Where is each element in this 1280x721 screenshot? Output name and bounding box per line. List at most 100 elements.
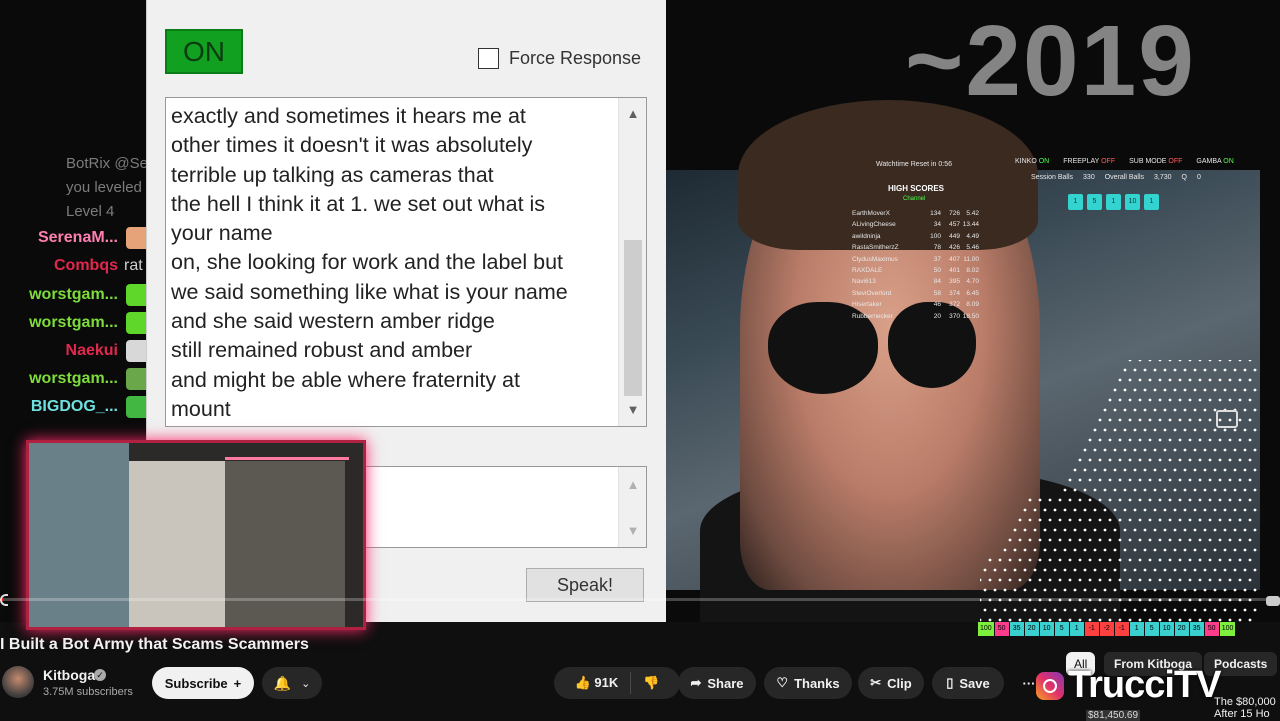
scroll-thumb[interactable]: [624, 240, 642, 396]
share-button[interactable]: ➦ Share: [678, 667, 756, 699]
pattern-dot: [1203, 468, 1207, 472]
pattern-dot: [1218, 458, 1222, 462]
pattern-dot: [1208, 518, 1212, 522]
pattern-dot: [1023, 548, 1027, 552]
pattern-dot: [1188, 558, 1192, 562]
pattern-dot: [1243, 388, 1247, 392]
pattern-dot: [1118, 578, 1122, 582]
volume-slider-knob[interactable]: [1266, 596, 1280, 606]
pattern-dot: [1178, 618, 1182, 622]
pattern-dot: [1193, 608, 1197, 612]
pattern-dot: [1163, 468, 1167, 472]
pattern-dot: [1248, 438, 1252, 442]
mode-label: KINKO: [1015, 158, 1039, 165]
input-scrollbar[interactable]: ▲ ▼: [618, 467, 646, 547]
pattern-dot: [1183, 388, 1187, 392]
subscribe-button[interactable]: Subscribe +: [152, 667, 254, 699]
clip-button[interactable]: ✂ Clip: [858, 667, 924, 699]
pattern-dot: [1168, 478, 1172, 482]
pattern-dot: [1073, 528, 1077, 532]
channel-name[interactable]: Kitboga: [43, 667, 95, 683]
pattern-dot: [1128, 578, 1132, 582]
pattern-dot: [1078, 578, 1082, 582]
pattern-dot: [1093, 568, 1097, 572]
pattern-dot: [1158, 558, 1162, 562]
pattern-dot: [1138, 618, 1142, 622]
pattern-dot: [1133, 548, 1137, 552]
pattern-dot: [1038, 498, 1042, 502]
pattern-dot: [1178, 398, 1182, 402]
pattern-dot: [1113, 528, 1117, 532]
pattern-dot: [1143, 568, 1147, 572]
pattern-dot: [1128, 618, 1132, 622]
pattern-dot: [1038, 558, 1042, 562]
pattern-dot: [1218, 518, 1222, 522]
scroll-down-icon[interactable]: ▼: [619, 400, 646, 420]
thanks-label: Thanks: [794, 675, 840, 691]
multiplier-slot: 50: [1204, 622, 1219, 636]
pattern-dot: [1058, 618, 1062, 622]
pattern-dot: [1088, 458, 1092, 462]
chat-username: Naekui: [65, 342, 118, 359]
pattern-dot: [1123, 508, 1127, 512]
pattern-dot: [1183, 468, 1187, 472]
multiplier-slot: -1: [1114, 622, 1129, 636]
recommended-video-title[interactable]: The $80,000 After 15 Ho: [1214, 696, 1276, 720]
dislike-icon[interactable]: 👎: [643, 675, 659, 691]
multiplier-slot: 100: [1219, 622, 1236, 636]
pattern-dot: [1248, 458, 1252, 462]
force-response-checkbox[interactable]: [478, 48, 499, 69]
thanks-button[interactable]: ♡ Thanks: [764, 667, 852, 699]
pattern-dot: [1213, 528, 1217, 532]
progress-bar[interactable]: [0, 598, 1280, 601]
pattern-dot: [1228, 378, 1232, 382]
scroll-down-icon[interactable]: ▼: [619, 521, 647, 541]
clip-label: Clip: [887, 675, 912, 691]
replay-icon[interactable]: [0, 594, 8, 606]
player-name: SteviOverlord: [852, 289, 892, 297]
player-name: Rubbernecker: [852, 312, 893, 320]
pattern-dot: [980, 578, 982, 582]
pattern-dot: [1158, 360, 1162, 362]
video-title: I Built a Bot Army that Scams Scammers: [0, 636, 309, 653]
transcript-scrollbar[interactable]: ▲ ▼: [618, 98, 646, 426]
pattern-dot: [1113, 508, 1117, 512]
pattern-dot: [1123, 528, 1127, 532]
miniplayer-icon[interactable]: [1216, 410, 1238, 428]
pattern-dot: [1153, 428, 1157, 432]
pattern-dot: [1143, 508, 1147, 512]
pattern-dot: [1233, 588, 1237, 592]
pattern-dot: [1233, 568, 1237, 572]
pattern-dot: [1088, 618, 1092, 622]
player-name: Hisertaker: [852, 301, 882, 309]
pattern-dot: [1238, 478, 1242, 482]
pattern-dot: [1203, 528, 1207, 532]
scroll-up-icon[interactable]: ▲: [619, 475, 647, 495]
like-button[interactable]: 👍 91K: [575, 675, 619, 691]
multiplier-slot: 1: [1129, 622, 1144, 636]
pattern-dot: [1238, 418, 1242, 422]
pattern-dot: [1148, 618, 1152, 622]
pattern-dot: [1173, 568, 1177, 572]
transcript-textarea[interactable]: exactly and sometimes it hears me at oth…: [165, 97, 647, 427]
save-button[interactable]: ▯ Save: [932, 667, 1004, 699]
pattern-dot: [1123, 368, 1127, 372]
pattern-dot: [1148, 538, 1152, 542]
notification-bell-button[interactable]: 🔔 ⌄: [262, 667, 322, 699]
scroll-up-icon[interactable]: ▲: [619, 104, 646, 124]
bell-icon: 🔔: [273, 674, 292, 691]
pattern-dot: [1178, 378, 1182, 382]
pattern-dot: [1168, 558, 1172, 562]
on-toggle-button[interactable]: ON: [165, 29, 243, 74]
pattern-dot: [1138, 378, 1142, 382]
speak-button[interactable]: Speak!: [526, 568, 644, 602]
pattern-dot: [1118, 438, 1122, 442]
pattern-dot: [1088, 498, 1092, 502]
pattern-dot: [1153, 468, 1157, 472]
pattern-dot: [1048, 518, 1052, 522]
pattern-dot: [1238, 360, 1242, 362]
pattern-dot: [1228, 478, 1232, 482]
pattern-dot: [1253, 548, 1257, 552]
channel-avatar[interactable]: [2, 666, 34, 698]
pattern-dot: [1148, 418, 1152, 422]
